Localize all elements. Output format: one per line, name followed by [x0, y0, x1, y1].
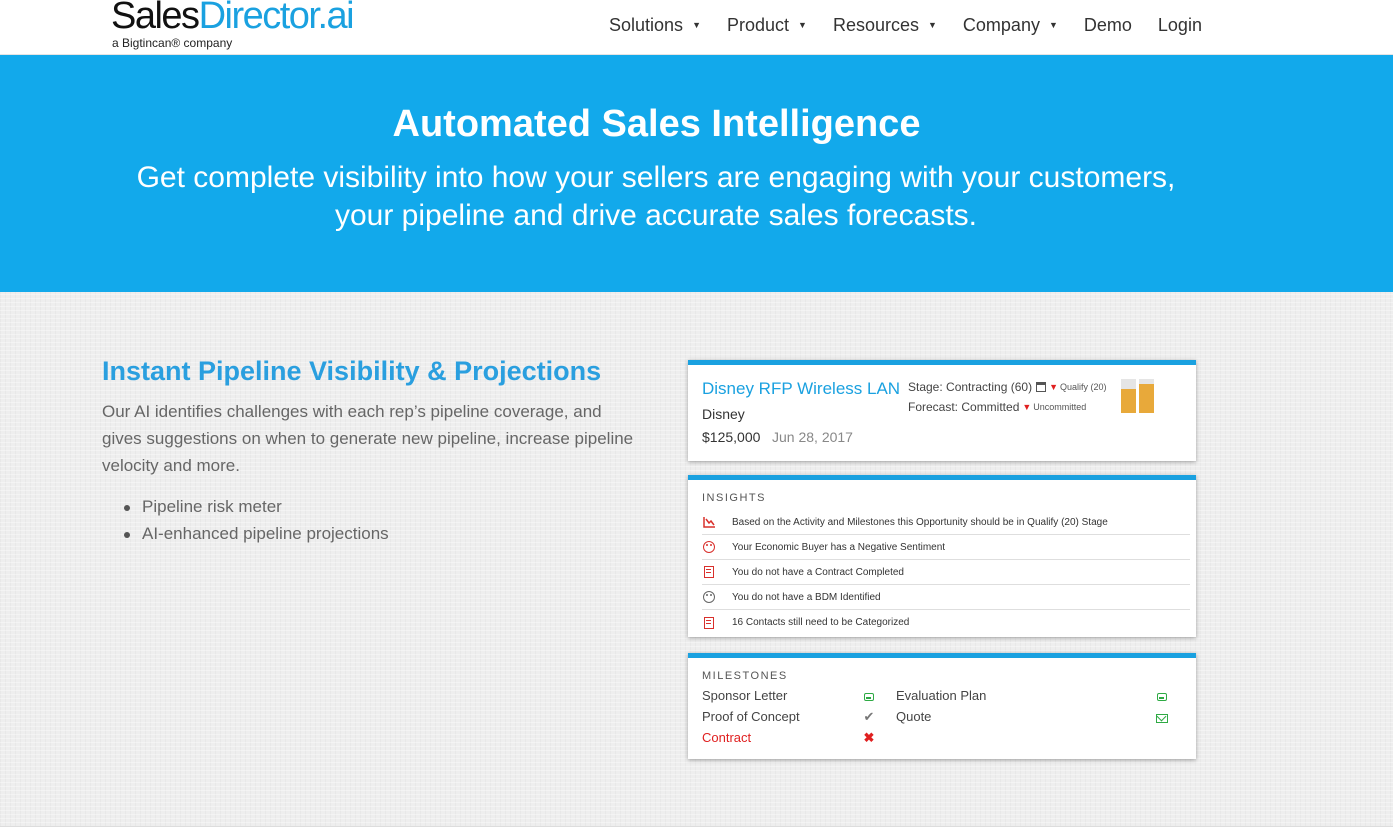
- check-icon: ✔: [863, 709, 875, 724]
- insight-row: Based on the Activity and Milestones thi…: [702, 510, 1190, 535]
- insight-row: Your Economic Buyer has a Negative Senti…: [702, 535, 1190, 560]
- list-item: AI-enhanced pipeline projections: [122, 520, 389, 547]
- edit-document-icon: [702, 565, 716, 579]
- nav-demo[interactable]: Demo: [1084, 15, 1132, 36]
- opportunity-title[interactable]: Disney RFP Wireless LAN: [702, 379, 900, 399]
- insight-row: 16 Contacts still need to be Categorized: [702, 610, 1190, 635]
- logo-tagline: a Bigtincan® company: [112, 36, 233, 50]
- milestones-card: MILESTONES Sponsor Letter Evaluation Pla…: [688, 653, 1196, 759]
- logo-wordmark: SalesDirector.ai: [111, 0, 355, 37]
- milestone-proof-of-concept: Proof of Concept: [702, 709, 800, 724]
- caret-down-icon: ▼: [692, 20, 701, 30]
- risk-meter-bar: [1121, 379, 1136, 413]
- section-description: Our AI identifies challenges with each r…: [102, 402, 634, 475]
- milestone-evaluation-plan: Evaluation Plan: [896, 688, 987, 703]
- contacts-document-icon: [702, 616, 716, 630]
- insight-row: You do not have a BDM Identified: [702, 585, 1190, 610]
- list-item: Pipeline risk meter: [122, 493, 389, 520]
- inbox-icon: [862, 690, 876, 704]
- feature-list: Pipeline risk meter AI-enhanced pipeline…: [122, 493, 389, 547]
- neutral-face-icon: [702, 590, 716, 604]
- opportunity-amount: $125,000: [702, 429, 761, 445]
- nav-solutions[interactable]: Solutions ▼: [609, 15, 701, 36]
- caret-down-icon: ▼: [798, 20, 807, 30]
- feature-section: Instant Pipeline Visibility & Projection…: [0, 292, 1393, 831]
- opportunity-forecast: Forecast: Committed ▼ Uncommitted: [908, 400, 1087, 414]
- insights-heading: INSIGHTS: [702, 492, 766, 504]
- triangle-down-icon: ▼: [1022, 402, 1032, 412]
- logo[interactable]: SalesDirector.ai a Bigtincan® company: [111, 0, 371, 52]
- milestone-contract: Contract: [702, 730, 752, 745]
- nav-resources[interactable]: Resources ▼: [833, 15, 937, 36]
- milestone-sponsor-letter: Sponsor Letter: [702, 688, 788, 703]
- sad-face-icon: [702, 540, 716, 554]
- hero-banner: Automated Sales Intelligence Get complet…: [0, 55, 1393, 292]
- milestones-heading: MILESTONES: [702, 670, 788, 682]
- caret-down-icon: ▼: [928, 20, 937, 30]
- triangle-down-icon: ▼: [1049, 382, 1058, 392]
- inbox-icon: [1155, 690, 1169, 704]
- nav-login[interactable]: Login: [1158, 15, 1202, 36]
- trend-down-icon: [702, 515, 716, 529]
- nav-company[interactable]: Company ▼: [963, 15, 1058, 36]
- opportunity-company: Disney: [702, 406, 745, 422]
- insights-card: INSIGHTS Based on the Activity and Miles…: [688, 475, 1196, 637]
- main-nav: Solutions ▼ Product ▼ Resources ▼ Company ▼ …: [609, 14, 1202, 36]
- site-header: SalesDirector.ai a Bigtincan® company So…: [0, 0, 1393, 55]
- calendar-icon: [1036, 382, 1047, 392]
- nav-product[interactable]: Product ▼: [727, 15, 807, 36]
- hero-title: Automated Sales Intelligence: [392, 103, 921, 145]
- hero-subtitle: Get complete visibility into how your se…: [136, 161, 1176, 232]
- milestone-quote: Quote: [896, 709, 932, 724]
- caret-down-icon: ▼: [1048, 20, 1058, 30]
- risk-meter-bar: [1139, 379, 1154, 413]
- section-title: Instant Pipeline Visibility & Projection…: [102, 356, 602, 386]
- x-icon: ✖: [863, 730, 875, 745]
- envelope-icon: [1155, 711, 1169, 725]
- opportunity-date: Jun 28, 2017: [772, 429, 853, 445]
- opportunity-stage: Stage: Contracting (60) ▼ Qualify (20): [908, 380, 1107, 394]
- risk-meter: [1121, 379, 1155, 413]
- section-divider: [0, 826, 1393, 831]
- opportunity-card: Disney RFP Wireless LAN Disney $125,000 …: [688, 360, 1196, 461]
- insight-row: You do not have a Contract Completed: [702, 560, 1190, 585]
